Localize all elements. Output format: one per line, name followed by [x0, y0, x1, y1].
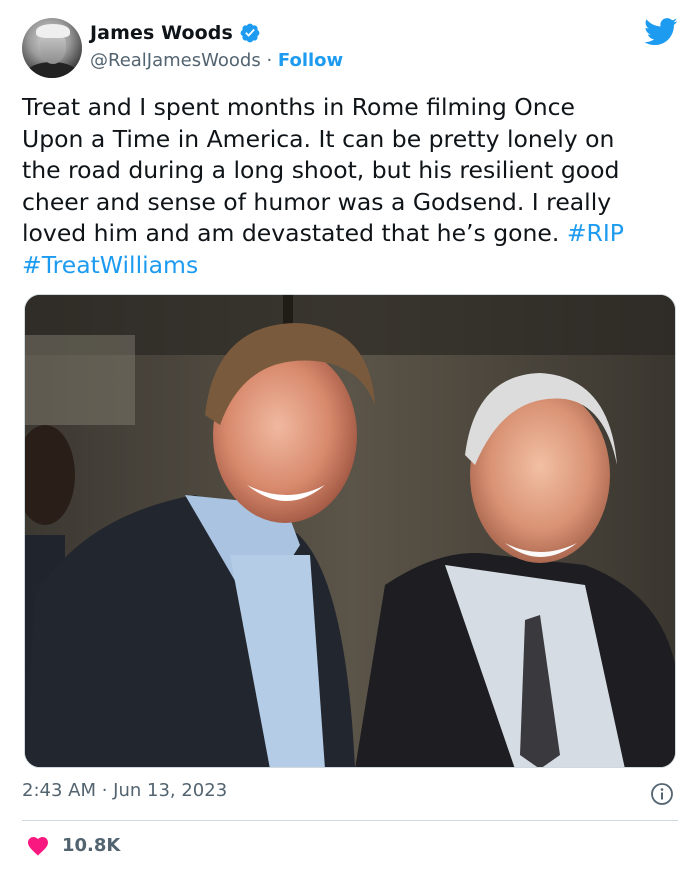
- tweet-line: Upon a Time in America. It can be pretty…: [22, 124, 615, 153]
- photo-illustration: [25, 295, 675, 767]
- follow-button[interactable]: Follow: [278, 50, 343, 71]
- author-handle[interactable]: @RealJamesWoods: [90, 50, 261, 71]
- tweet-timestamp[interactable]: 2:43 AM · Jun 13, 2023: [22, 780, 227, 801]
- tweet-line: loved him and am devastated that he’s go…: [22, 219, 567, 247]
- like-count: 10.8K: [62, 834, 121, 856]
- heart-icon[interactable]: [26, 834, 50, 856]
- tweet-header: James Woods @RealJamesWoods · Follow: [22, 16, 678, 80]
- author-name[interactable]: James Woods: [90, 22, 233, 44]
- author-handle-row: @RealJamesWoods · Follow: [90, 50, 343, 71]
- tweet-line-hashtag: #TreatWilliams: [22, 250, 682, 282]
- tweet-line: the road during a long shoot, but his re…: [22, 156, 620, 184]
- tweet-line: Treat and I spent months in Rome filming…: [22, 93, 576, 121]
- hashtag-treatwilliams-link[interactable]: #TreatWilliams: [22, 251, 198, 279]
- tweet-photo[interactable]: [24, 294, 676, 768]
- tweet-text: Treat and I spent months in Rome filming…: [22, 92, 682, 281]
- tweet-line-with-hashtag: loved him and am devastated that he’s go…: [22, 218, 682, 250]
- separator-dot: ·: [266, 50, 273, 71]
- tweet-card: James Woods @RealJamesWoods · Follow Tre…: [0, 0, 700, 872]
- verified-badge-icon: [240, 23, 260, 43]
- author-name-row: James Woods: [90, 22, 261, 44]
- hashtag-rip-link[interactable]: #RIP: [567, 219, 624, 247]
- avatar[interactable]: [22, 18, 82, 78]
- info-icon[interactable]: [650, 782, 674, 806]
- tweet-line: cheer and sense of humor was a Godsend. …: [22, 187, 612, 216]
- divider: [22, 820, 678, 821]
- like-action[interactable]: 10.8K: [26, 834, 120, 856]
- twitter-bird-icon[interactable]: [644, 18, 678, 46]
